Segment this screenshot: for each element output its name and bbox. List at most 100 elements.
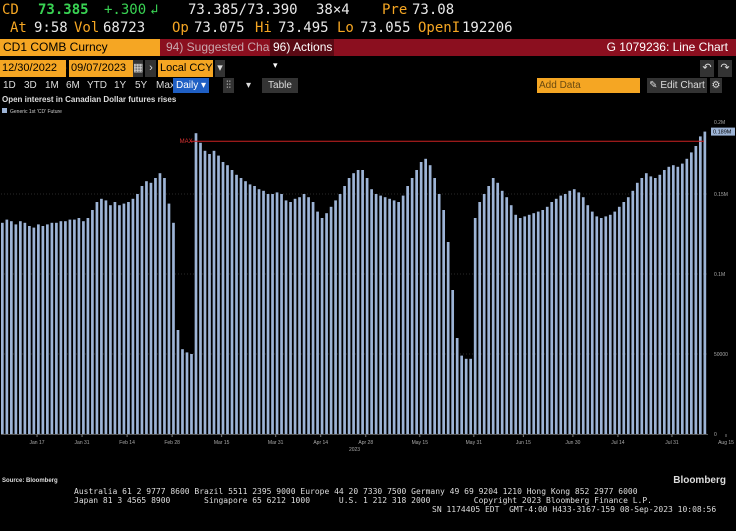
bar <box>118 205 121 434</box>
bar <box>235 174 238 435</box>
bar <box>284 200 288 434</box>
bar <box>352 173 355 434</box>
chevron-down-icon[interactable]: ▾ <box>215 60 225 77</box>
period-tab-1y[interactable]: 1Y <box>111 78 129 93</box>
bar <box>91 210 94 434</box>
bar <box>689 152 693 434</box>
bid-ask-size: 38×4 <box>316 2 350 18</box>
low-value: 73.055 <box>360 20 411 36</box>
y-tick-label: 50000 <box>714 352 728 358</box>
table-button[interactable]: Table <box>262 78 298 93</box>
bar <box>509 205 513 434</box>
source-label: Source: Bloomberg <box>2 478 58 484</box>
bar <box>311 202 315 434</box>
chart-area[interactable]: 0 50000 0.1M 0.15M 0.2M Jan 17 Jan 31 Feb 14 Fe… <box>0 104 736 486</box>
bar <box>482 194 486 434</box>
period-tab-1m[interactable]: 1M <box>42 78 62 93</box>
bar <box>257 189 261 434</box>
currency-select[interactable]: Local CCY <box>158 60 213 77</box>
actions-menu[interactable]: 96) Actions ▾ <box>270 39 334 70</box>
bar <box>100 198 103 434</box>
start-date-field[interactable]: 12/30/2022 <box>0 60 66 77</box>
bar <box>401 195 405 434</box>
quote-row-2: At 9:58 Vol 68723 Op 73.075 Hi 73.495 Lo… <box>0 18 736 38</box>
end-date-field[interactable]: 09/07/2023 <box>69 60 135 77</box>
bar <box>307 197 310 434</box>
period-tab-6m[interactable]: 6M <box>63 78 83 93</box>
bar <box>208 154 211 434</box>
bar <box>446 242 450 434</box>
bar <box>595 216 599 434</box>
footer-line-2: Japan 81 3 4565 8900 Singapore 65 6212 1… <box>74 496 652 505</box>
bar <box>230 170 234 434</box>
x-tick-label: Aug 15 <box>718 440 734 446</box>
bar <box>635 182 639 434</box>
chevron-right-icon[interactable]: › <box>146 60 156 77</box>
bar <box>622 202 626 434</box>
bar <box>545 206 549 434</box>
bar <box>586 205 590 434</box>
bar <box>397 202 400 434</box>
bar <box>10 221 13 434</box>
bar <box>50 222 54 434</box>
chart-type-icon[interactable]: ⫶⫶ <box>223 78 234 93</box>
bar <box>86 218 90 434</box>
x-tick-label: Apr 28 <box>358 440 373 446</box>
bar <box>698 136 702 434</box>
bar <box>1 222 4 434</box>
bar <box>685 158 689 435</box>
chevron-down-icon: ▾ <box>273 60 278 70</box>
x-tick-label: Mar 31 <box>268 440 284 446</box>
bar <box>451 290 455 434</box>
period-tab-1d[interactable]: 1D <box>0 78 19 93</box>
bar <box>379 195 382 434</box>
bar <box>334 200 337 434</box>
bar <box>167 203 171 434</box>
ticker[interactable]: CD <box>2 0 19 20</box>
security-field[interactable]: CD1 COMB Curncy <box>0 39 160 56</box>
bar <box>590 211 594 434</box>
bar <box>613 211 617 434</box>
bar <box>176 330 180 434</box>
calendar-icon[interactable]: ▦ <box>133 60 143 77</box>
bar <box>343 186 346 434</box>
bar <box>419 162 423 434</box>
bar <box>694 146 698 434</box>
bar <box>662 170 666 434</box>
x-tick-label: Apr 14 <box>313 440 328 446</box>
footer-line-3: SN 1174405 EDT GMT-4:00 H433-3167-159 08… <box>432 505 717 514</box>
bar <box>460 355 464 434</box>
bar <box>554 198 558 434</box>
low-label: Lo <box>337 20 354 36</box>
add-data-input[interactable]: Add Data <box>537 78 640 93</box>
suggested-charts-button[interactable]: 94) Suggested Charts <box>166 39 283 56</box>
bar <box>14 224 18 434</box>
bid-ask: 73.385/73.390 <box>188 2 298 18</box>
undo-icon[interactable]: ↶ <box>700 60 714 77</box>
bar <box>244 181 247 434</box>
bar <box>518 218 522 434</box>
gear-icon[interactable]: ⚙ <box>710 78 722 93</box>
bar <box>428 165 432 434</box>
x-tick-label: Feb 14 <box>119 440 135 446</box>
bar <box>181 349 184 434</box>
open-value: 73.075 <box>194 20 245 36</box>
period-tab-3d[interactable]: 3D <box>21 78 40 93</box>
last-price: 73.385 <box>38 2 89 18</box>
bar <box>145 181 148 434</box>
edit-chart-label: Edit Chart <box>660 80 705 91</box>
bar <box>163 178 166 434</box>
redo-icon[interactable]: ↷ <box>718 60 732 77</box>
bar <box>194 133 198 434</box>
high-value: 73.495 <box>278 20 329 36</box>
high-label: Hi <box>255 20 272 36</box>
x-tick-label: Jan 31 <box>75 440 90 446</box>
bar <box>608 214 612 434</box>
bar <box>581 197 585 434</box>
period-tab-5y[interactable]: 5Y <box>132 78 150 93</box>
chevron-down-icon[interactable]: ▾ <box>246 78 251 93</box>
bar <box>46 224 49 434</box>
edit-chart-button[interactable]: ✎ Edit Chart <box>647 78 707 93</box>
frequency-select[interactable]: Daily ▾ <box>173 78 210 93</box>
period-tab-ytd[interactable]: YTD <box>84 78 110 93</box>
